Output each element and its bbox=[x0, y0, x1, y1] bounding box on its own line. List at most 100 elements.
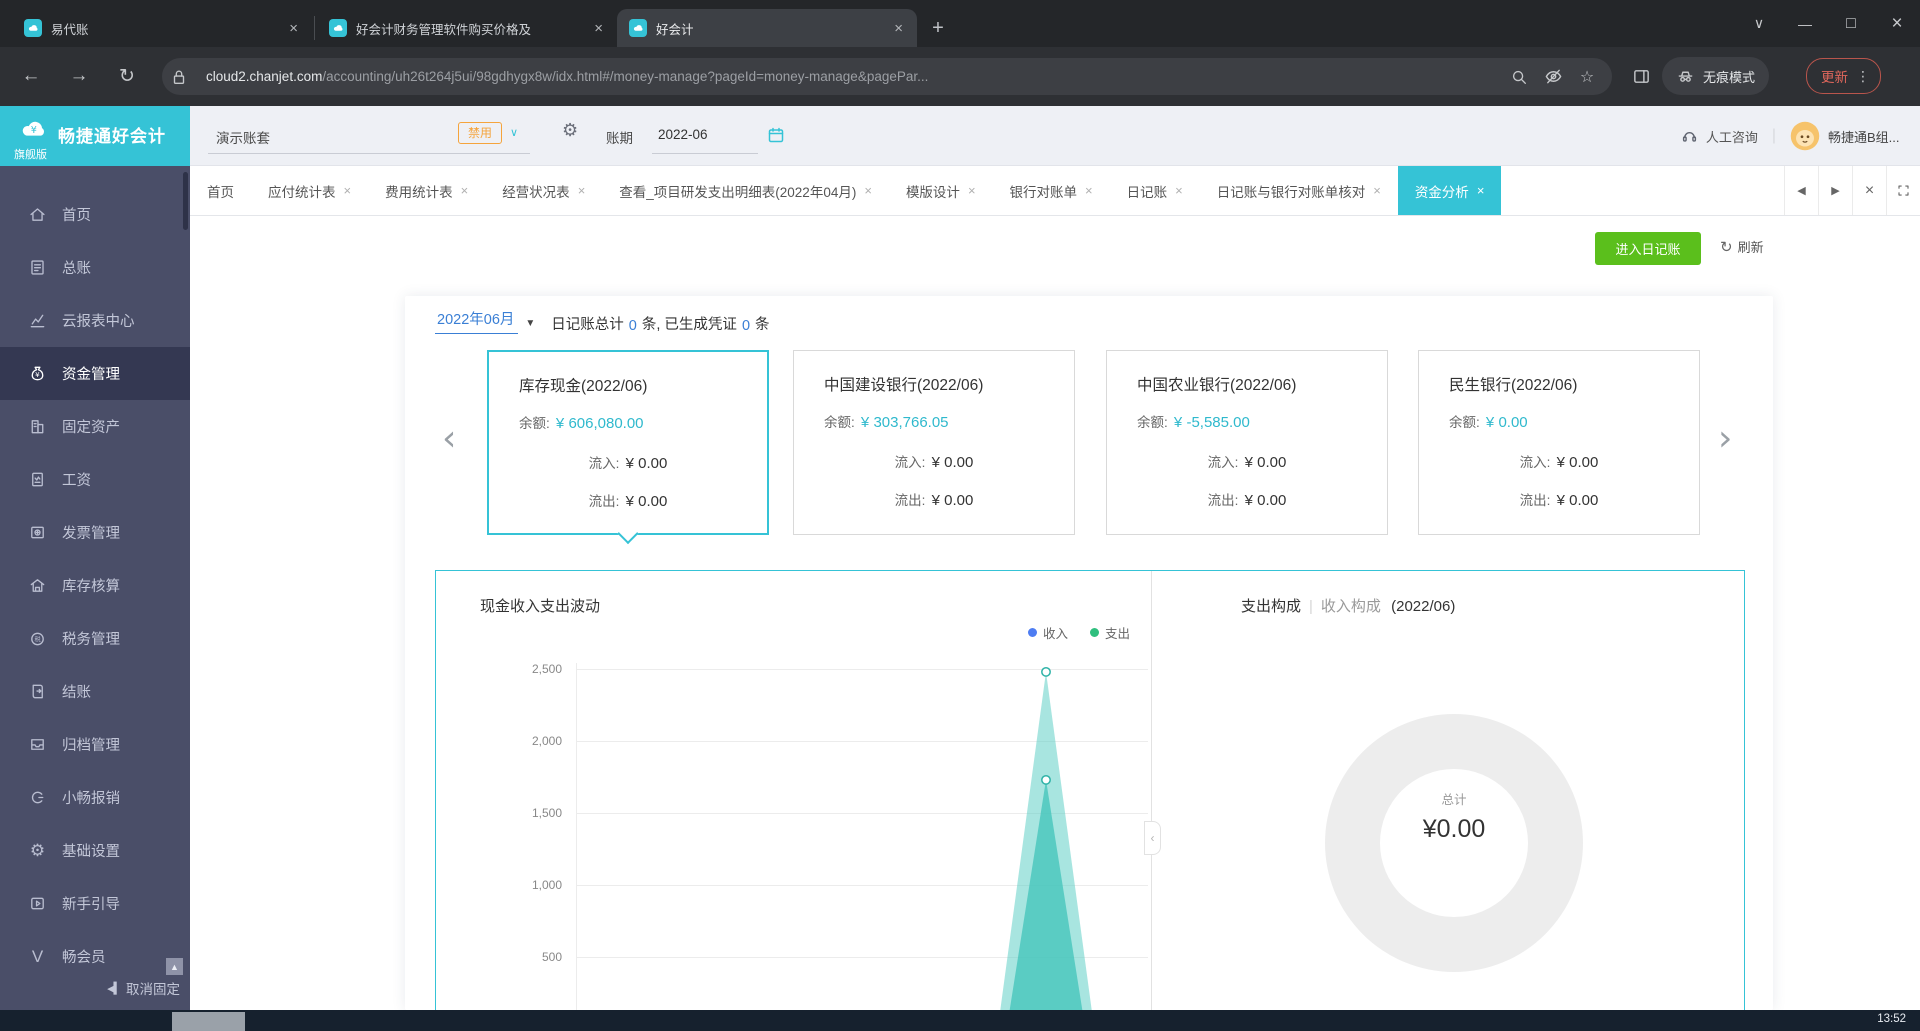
legend-item-支出[interactable]: 支出 bbox=[1090, 623, 1130, 642]
sidebar-scrollbar-thumb[interactable] bbox=[183, 172, 188, 230]
sidebar-scroll-up-icon[interactable]: ▲ bbox=[166, 958, 183, 975]
close-all-tabs-icon[interactable]: × bbox=[1852, 166, 1886, 215]
account-card[interactable]: 库存现金(2022/06) 余额: ¥ 606,080.00 流入: ¥ 0.00 流… bbox=[487, 350, 769, 545]
reload-icon[interactable]: ↻ bbox=[110, 59, 144, 93]
sidebar-item-member[interactable]: V 畅会员 bbox=[0, 930, 190, 983]
app-logo-text: 畅捷通好会计 bbox=[58, 127, 166, 146]
account-card[interactable]: 中国农业银行(2022/06) 余额: ¥ -5,585.00 流入: ¥ 0.00… bbox=[1106, 350, 1388, 535]
page-tab[interactable]: 应付统计表 × bbox=[251, 166, 368, 215]
browser-tab[interactable]: 好会计 × bbox=[617, 9, 917, 47]
page-tab-close-icon[interactable]: × bbox=[1373, 183, 1381, 198]
tabs-scroll-right-icon[interactable]: ▶ bbox=[1818, 166, 1852, 215]
inflow-value: ¥ 0.00 bbox=[1240, 454, 1287, 471]
user-menu[interactable]: 畅捷通B组... bbox=[1828, 127, 1920, 146]
bookmark-star-icon[interactable]: ☆ bbox=[1570, 60, 1604, 94]
tab-divider bbox=[314, 16, 315, 40]
sidebar-item-reimburse[interactable]: 小畅报销 bbox=[0, 771, 190, 824]
page-tab-close-icon[interactable]: × bbox=[1477, 183, 1485, 198]
sidebar-item-assets[interactable]: 固定资产 bbox=[0, 400, 190, 453]
sidebar-item-closing[interactable]: 结账 bbox=[0, 665, 190, 718]
cards-next-icon[interactable]: › bbox=[1718, 421, 1732, 457]
page-tab[interactable]: 首页 bbox=[190, 166, 251, 215]
page-tab-close-icon[interactable]: × bbox=[968, 183, 976, 198]
sidebar-unpin-button[interactable]: ◀▍ 取消固定 bbox=[107, 978, 180, 998]
sidebar-item-money[interactable]: ¥ 资金管理 bbox=[0, 347, 190, 400]
page-tab-close-icon[interactable]: × bbox=[344, 183, 352, 198]
calendar-icon[interactable] bbox=[766, 125, 786, 145]
sidebar-item-label: 税务管理 bbox=[62, 632, 120, 648]
tab-search-icon[interactable]: ∨ bbox=[1736, 0, 1782, 47]
sidebar-item-settings[interactable]: ⚙ 基础设置 bbox=[0, 824, 190, 877]
maximize-icon[interactable]: □ bbox=[1828, 0, 1874, 47]
page-tab-close-icon[interactable]: × bbox=[1085, 183, 1093, 198]
tab-favicon-icon bbox=[629, 19, 647, 37]
back-icon[interactable]: ← bbox=[14, 59, 48, 93]
taskbar-app-button[interactable] bbox=[172, 1012, 245, 1031]
account-card[interactable]: 民生银行(2022/06) 余额: ¥ 0.00 流入: ¥ 0.00 流出: ¥ 0… bbox=[1418, 350, 1700, 535]
invoice-icon bbox=[28, 523, 47, 542]
zoom-icon[interactable] bbox=[1502, 60, 1536, 94]
page-tab[interactable]: 经营状况表 × bbox=[485, 166, 602, 215]
tab-close-icon[interactable]: × bbox=[287, 20, 300, 37]
period-selector[interactable]: 2022年06月 bbox=[435, 308, 519, 334]
account-card[interactable]: 中国建设银行(2022/06) 余额: ¥ 303,766.05 流入: ¥ 0.0… bbox=[793, 350, 1075, 535]
browser-tab[interactable]: 好会计财务管理软件购买价格及 × bbox=[317, 9, 617, 47]
minimize-icon[interactable]: — bbox=[1782, 0, 1828, 47]
page-tab[interactable]: 日记账 × bbox=[1110, 166, 1200, 215]
period-value[interactable]: 2022-06 bbox=[658, 127, 708, 142]
tab-close-icon[interactable]: × bbox=[892, 20, 905, 37]
page-tab[interactable]: 费用统计表 × bbox=[368, 166, 485, 215]
legend-item-收入[interactable]: 收入 bbox=[1028, 623, 1068, 642]
page-tab-close-icon[interactable]: × bbox=[461, 183, 469, 198]
sidebar-item-guide[interactable]: 新手引导 bbox=[0, 877, 190, 930]
page-tab[interactable]: 资金分析 × bbox=[1397, 166, 1502, 215]
page-tab-close-icon[interactable]: × bbox=[1175, 183, 1183, 198]
page-tab[interactable]: 模版设计 × bbox=[889, 166, 993, 215]
sidebar-item-tax[interactable]: 税 税务管理 bbox=[0, 612, 190, 665]
page-tab-close-icon[interactable]: × bbox=[864, 183, 872, 198]
panel-collapse-handle[interactable]: ‹ bbox=[1144, 821, 1161, 855]
donut-center-label: 总计 ¥0.00 bbox=[1325, 789, 1583, 844]
eye-slash-icon[interactable] bbox=[1536, 60, 1570, 94]
disabled-badge[interactable]: 禁用 bbox=[458, 122, 502, 144]
sidebar-item-payroll[interactable]: 工资 bbox=[0, 453, 190, 506]
tabs-scroll-left-icon[interactable]: ◀ bbox=[1784, 166, 1818, 215]
address-bar[interactable]: cloud2.chanjet.com/accounting/uh26t264j5… bbox=[162, 58, 1612, 95]
tab-close-icon[interactable]: × bbox=[592, 20, 605, 37]
sidebar-item-archive[interactable]: 归档管理 bbox=[0, 718, 190, 771]
cards-prev-icon[interactable]: ‹ bbox=[442, 421, 456, 457]
tab-title: 好会计 bbox=[656, 22, 694, 37]
refresh-button[interactable]: ↻ 刷新 bbox=[1720, 237, 1764, 256]
forward-icon[interactable]: → bbox=[62, 59, 96, 93]
sidebar-item-label: 固定资产 bbox=[62, 420, 120, 436]
expense-composition-tab[interactable]: 支出构成 bbox=[1241, 598, 1301, 615]
fullscreen-icon[interactable] bbox=[1886, 166, 1920, 215]
period-caret-icon[interactable]: ▼ bbox=[525, 318, 535, 329]
sidebar-item-inventory[interactable]: 库存核算 bbox=[0, 559, 190, 612]
support-link[interactable]: 人工咨询 bbox=[1706, 127, 1758, 146]
area-chart bbox=[1000, 666, 1092, 1010]
browser-tabs: 易代账 × 好会计财务管理软件购买价格及 × 好会计 × + bbox=[12, 9, 953, 47]
close-window-icon[interactable]: × bbox=[1874, 0, 1920, 47]
side-panel-icon[interactable] bbox=[1624, 59, 1658, 93]
page-tab-close-icon[interactable]: × bbox=[578, 183, 586, 198]
avatar[interactable] bbox=[1790, 121, 1820, 151]
sidebar-item-invoice[interactable]: 发票管理 bbox=[0, 506, 190, 559]
balance-value: ¥ 303,766.05 bbox=[856, 414, 949, 431]
income-composition-tab[interactable]: 收入构成 bbox=[1321, 598, 1381, 615]
sidebar-item-home[interactable]: 首页 bbox=[0, 188, 190, 241]
sidebar-item-ledger[interactable]: 总账 bbox=[0, 241, 190, 294]
inflow-value: ¥ 0.00 bbox=[1552, 454, 1599, 471]
account-caret-icon[interactable]: ∨ bbox=[510, 126, 518, 139]
browser-tab[interactable]: 易代账 × bbox=[12, 9, 312, 47]
page-tab[interactable]: 查看_项目研发支出明细表(2022年04月) × bbox=[602, 166, 889, 215]
page-tab[interactable]: 日记账与银行对账单核对 × bbox=[1200, 166, 1398, 215]
page-tab[interactable]: 银行对账单 × bbox=[993, 166, 1110, 215]
account-set-field[interactable]: 演示账套 bbox=[216, 127, 270, 147]
browser-menu-icon[interactable]: ⋮ bbox=[1856, 68, 1870, 85]
sidebar-item-report[interactable]: 云报表中心 bbox=[0, 294, 190, 347]
settings-gear-icon[interactable]: ⚙ bbox=[562, 120, 578, 141]
update-button[interactable]: 更新 ⋮ bbox=[1806, 58, 1881, 94]
enter-journal-button[interactable]: 进入日记账 bbox=[1595, 232, 1701, 265]
new-tab-icon[interactable]: + bbox=[923, 13, 953, 43]
